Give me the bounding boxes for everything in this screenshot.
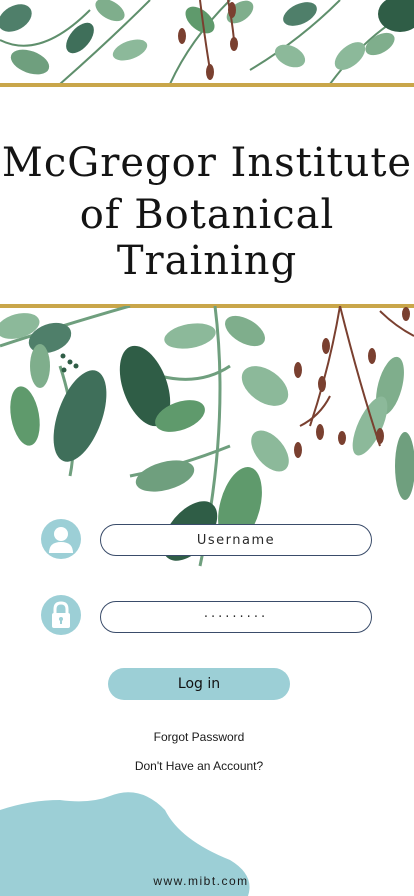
password-input[interactable] — [100, 601, 372, 633]
signup-link[interactable]: Don't Have an Account? — [0, 759, 398, 773]
page-title-line-1: McGregor Institute — [1, 140, 413, 186]
footer-website: www.mibt.com — [153, 874, 249, 888]
leaf-pattern-top — [0, 0, 414, 84]
forgot-password-link[interactable]: Forgot Password — [0, 730, 398, 744]
page-title-line-2: of Botanical Training — [79, 192, 335, 284]
gold-divider-top — [0, 83, 414, 87]
username-input[interactable] — [100, 524, 372, 556]
top-leaf-decoration — [0, 0, 414, 84]
login-button[interactable]: Log in — [108, 668, 290, 700]
lock-icon — [41, 595, 81, 635]
user-icon — [41, 519, 81, 559]
